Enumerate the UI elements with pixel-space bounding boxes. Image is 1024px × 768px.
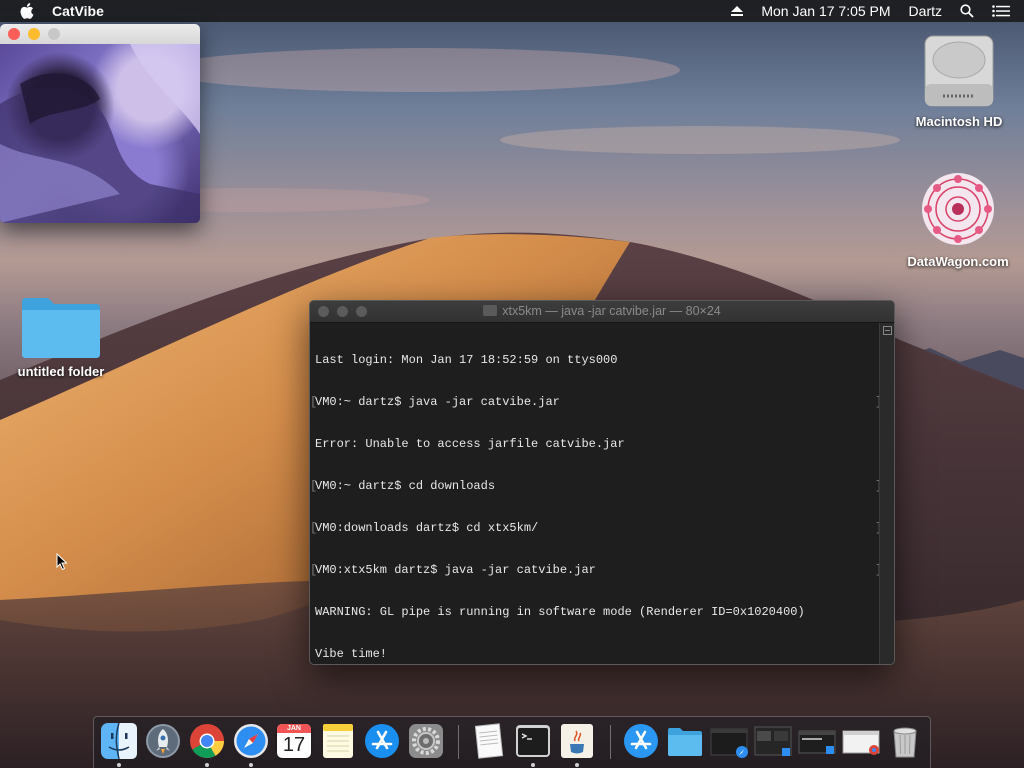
- terminal-window[interactable]: xtx5km — java -jar catvibe.jar — 80×24 L…: [309, 300, 895, 665]
- mouse-pointer-icon: [56, 552, 68, 576]
- folder-icon: [668, 728, 702, 756]
- minimize-button[interactable]: [28, 28, 40, 40]
- apple-icon[interactable]: [19, 2, 35, 20]
- terminal-output[interactable]: Last login: Mon Jan 17 18:52:59 on ttys0…: [310, 323, 882, 664]
- search-icon[interactable]: [960, 4, 974, 18]
- dock-minimized-window[interactable]: [842, 722, 880, 760]
- dock-documents-folder[interactable]: [666, 722, 704, 760]
- minimize-button[interactable]: [337, 306, 348, 317]
- running-indicator: [117, 763, 121, 767]
- window-thumbnail-icon: [798, 730, 836, 754]
- terminal-scrollbar[interactable]: [879, 323, 894, 664]
- eject-icon[interactable]: [731, 6, 744, 16]
- menubar-clock[interactable]: Mon Jan 17 7:05 PM: [761, 3, 890, 19]
- dock-minimized-window[interactable]: [798, 722, 836, 760]
- folder-icon: [20, 294, 102, 360]
- terminal-line: [VM0:downloads dartz$ cd xtx5km/]: [310, 521, 882, 535]
- catvibe-titlebar[interactable]: [0, 24, 200, 44]
- calendar-icon: JAN 17: [277, 724, 311, 758]
- window-thumbnail-icon: [842, 730, 880, 755]
- dock-system-preferences[interactable]: [407, 722, 445, 760]
- dock-terminal[interactable]: [514, 722, 552, 760]
- dock: JAN 17: [93, 716, 931, 768]
- app-store-icon: [624, 724, 658, 758]
- list-icon[interactable]: [992, 5, 1010, 17]
- terminal-line: [VM0:~ dartz$ cd downloads]: [310, 479, 882, 493]
- dock-trash[interactable]: [886, 722, 924, 760]
- zoom-button[interactable]: [356, 306, 367, 317]
- compass-icon: [234, 724, 268, 758]
- rocket-icon: [146, 724, 180, 758]
- desktop-icon-label: Macintosh HD: [915, 114, 1003, 129]
- running-indicator: [575, 763, 579, 767]
- gear-icon: [409, 724, 443, 758]
- terminal-line: Vibe time!: [315, 647, 388, 661]
- app-store-icon: [365, 724, 399, 758]
- folder-proxy-icon: [483, 305, 498, 316]
- terminal-line: Error: Unable to access jarfile catvibe.…: [315, 437, 625, 451]
- dock-minimized-window[interactable]: [754, 722, 792, 760]
- terminal-titlebar[interactable]: xtx5km — java -jar catvibe.jar — 80×24: [310, 301, 894, 323]
- dock-minimized-window[interactable]: [710, 722, 748, 760]
- chrome-icon: [190, 724, 224, 758]
- mandala-image-icon: [917, 168, 999, 250]
- close-button[interactable]: [318, 306, 329, 317]
- close-button[interactable]: [8, 28, 20, 40]
- terminal-icon: [516, 725, 550, 757]
- dock-applications[interactable]: [622, 722, 660, 760]
- desktop-icon-label: DataWagon.com: [907, 254, 1009, 269]
- cat-video-frame: [0, 44, 200, 223]
- dock-separator: [610, 725, 611, 759]
- hard-drive-icon: [921, 32, 997, 110]
- zoom-button[interactable]: [48, 28, 60, 40]
- finder-icon: [101, 722, 137, 760]
- scroll-split-button[interactable]: [882, 326, 892, 335]
- dock-chrome[interactable]: [188, 722, 226, 760]
- catvibe-window[interactable]: [0, 24, 200, 223]
- window-thumbnail-icon: [754, 726, 792, 756]
- notes-icon: [323, 724, 353, 758]
- menu-bar: CatVibe Mon Jan 17 7:05 PM Dartz: [0, 0, 1024, 22]
- terminal-line: WARNING: GL pipe is running in software …: [315, 605, 805, 619]
- dock-app-store[interactable]: [363, 722, 401, 760]
- java-icon: [561, 724, 593, 758]
- window-thumbnail-icon: [710, 728, 748, 758]
- trash-icon: [893, 727, 917, 758]
- desktop-icon-macintosh-hd[interactable]: Macintosh HD: [905, 32, 1013, 129]
- paper-icon: [474, 723, 504, 759]
- dock-notes[interactable]: [319, 722, 357, 760]
- desktop-icon-datawagon[interactable]: DataWagon.com: [898, 168, 1018, 269]
- dock-safari[interactable]: [232, 722, 270, 760]
- dock-separator: [458, 725, 459, 759]
- dock-calendar[interactable]: JAN 17: [275, 722, 313, 760]
- dock-finder[interactable]: [100, 722, 138, 760]
- terminal-title: xtx5km — java -jar catvibe.jar — 80×24: [502, 304, 721, 318]
- desktop-icon-label: untitled folder: [17, 364, 105, 379]
- dock-launchpad[interactable]: [144, 722, 182, 760]
- terminal-line: Last login: Mon Jan 17 18:52:59 on ttys0…: [315, 353, 618, 367]
- app-menu-catvibe[interactable]: CatVibe: [52, 3, 104, 19]
- running-indicator: [205, 763, 209, 767]
- dock-textedit[interactable]: [470, 722, 508, 760]
- terminal-line: [VM0:xtx5km dartz$ java -jar catvibe.jar…: [310, 563, 882, 577]
- desktop-icon-untitled-folder[interactable]: untitled folder: [8, 294, 114, 379]
- dock-java[interactable]: [558, 722, 596, 760]
- running-indicator: [249, 763, 253, 767]
- running-indicator: [531, 763, 535, 767]
- terminal-line: [VM0:~ dartz$ java -jar catvibe.jar]: [310, 395, 882, 409]
- menubar-user[interactable]: Dartz: [909, 3, 942, 19]
